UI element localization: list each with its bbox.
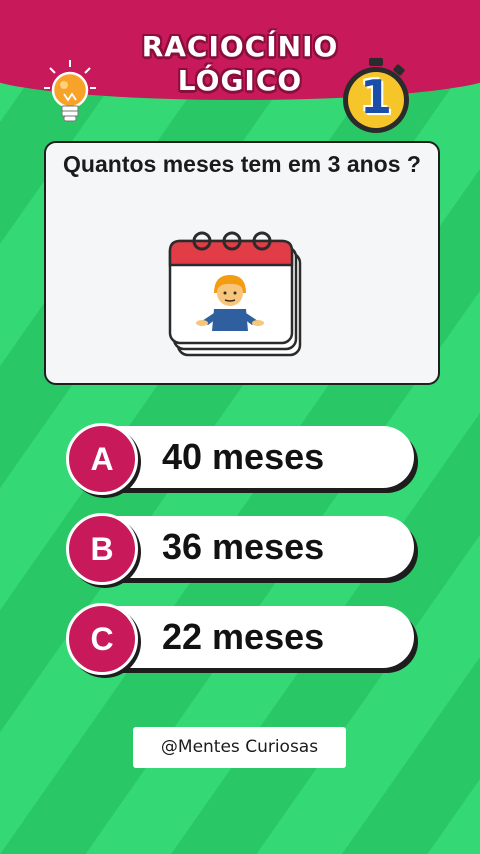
option-c-text: 22 meses [162,616,325,657]
option-b-letter: B [90,531,114,567]
timer-number: 1 [359,70,392,124]
credit-label: @Mentes Curiosas [133,727,346,768]
option-a-letter: A [90,441,114,477]
option-a-button[interactable]: A 40 meses [66,423,416,495]
option-b-button[interactable]: B 36 meses [66,513,416,585]
option-c-letter: C [90,621,114,657]
option-b-text: 36 meses [162,526,325,567]
option-c-button[interactable]: C 22 meses [66,603,416,675]
stopwatch-icon: 1 [336,56,416,136]
question-text: Quantos meses tem em 3 anos ? [63,151,421,177]
calendar-icon [168,231,302,357]
option-a-text: 40 meses [162,436,325,477]
question-card: Quantos meses tem em 3 anos ? [44,141,440,385]
lightbulb-icon [44,60,96,122]
